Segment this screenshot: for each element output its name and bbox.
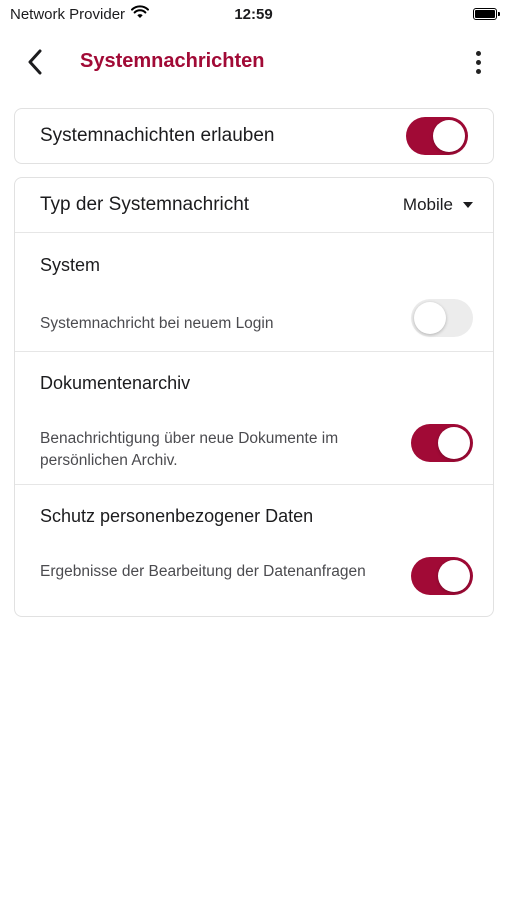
more-options-button[interactable] [471, 46, 485, 78]
header: Systemnachrichten [0, 38, 507, 86]
chevron-left-icon [28, 49, 42, 75]
allow-notifications-toggle[interactable] [406, 117, 468, 155]
section-desc-system: Systemnachricht bei neuem Login [40, 315, 274, 332]
system-login-toggle[interactable] [411, 299, 473, 337]
status-bar: Network Provider 12:59 [0, 0, 507, 28]
toggle-knob [414, 302, 446, 334]
page-title: Systemnachrichten [80, 50, 265, 72]
section-title-data-protection: Schutz personenbezogener Daten [40, 506, 314, 526]
battery-icon [473, 8, 500, 20]
notification-type-dropdown[interactable]: Mobile [403, 195, 473, 215]
data-requests-toggle[interactable] [411, 557, 473, 595]
notification-type-label: Typ der Systemnachricht [40, 194, 250, 215]
screen: Network Provider 12:59 Systemnachrichten [0, 0, 507, 900]
notification-type-value: Mobile [402, 195, 453, 214]
more-vertical-icon-dot [475, 59, 481, 65]
allow-notifications-card: Systemnachichten erlauben [14, 108, 494, 164]
status-left: Network Provider [10, 5, 150, 23]
archive-documents-toggle[interactable] [411, 424, 473, 462]
more-vertical-icon-dot [475, 68, 481, 74]
toggle-knob [438, 560, 470, 592]
toggle-knob [438, 427, 470, 459]
back-button[interactable] [20, 46, 50, 78]
section-title-system: System [40, 255, 101, 275]
battery-fill [475, 10, 495, 18]
carrier-name: Network Provider [10, 5, 126, 23]
notification-type-row: Typ der Systemnachricht Mobile [15, 178, 493, 233]
more-vertical-icon [475, 50, 481, 56]
toggle-knob [433, 120, 465, 152]
section-title-archive: Dokumentenarchiv [40, 373, 191, 393]
notification-settings-card: Typ der Systemnachricht Mobile System Sy… [14, 177, 494, 617]
allow-notifications-label: Systemnachichten erlauben [40, 125, 275, 146]
section-desc-archive: Benachrichtigung über neue Dokumente im … [40, 430, 339, 469]
caret-down-icon [463, 202, 473, 208]
status-time: 12:59 [234, 5, 273, 23]
divider [15, 351, 493, 352]
divider [15, 484, 493, 485]
section-desc-data-protection: Ergebnisse der Bearbeitung der Datenanfr… [40, 563, 366, 580]
wifi-icon [131, 5, 150, 23]
